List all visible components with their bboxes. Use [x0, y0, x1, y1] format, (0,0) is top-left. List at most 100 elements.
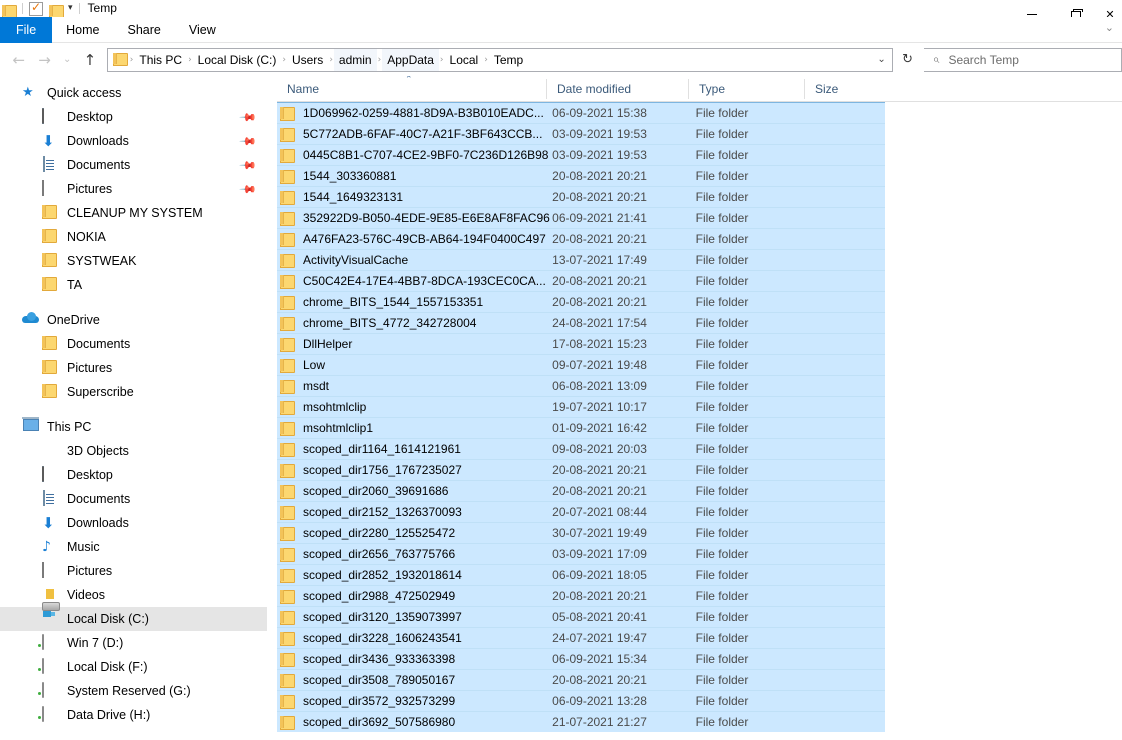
breadcrumb-this-pc[interactable]: This PC: [134, 49, 187, 71]
sidebar-item-pictures[interactable]: Pictures 📌: [0, 177, 267, 201]
sidebar-group-onedrive[interactable]: OneDrive: [0, 308, 267, 332]
address-bar[interactable]: › This PC › Local Disk (C:) › Users › ad…: [107, 48, 893, 72]
pin-icon[interactable]: 📌: [239, 180, 258, 199]
tab-file[interactable]: File: [0, 17, 52, 43]
sidebar-item-onedrive-pictures[interactable]: Pictures: [0, 356, 267, 380]
sidebar-item-cleanup-my-system[interactable]: CLEANUP MY SYSTEM: [0, 201, 267, 225]
sidebar-item-system-reserved-g[interactable]: System Reserved (G:): [0, 679, 267, 703]
tab-view[interactable]: View: [175, 17, 230, 43]
pin-icon[interactable]: 📌: [239, 156, 258, 175]
sidebar-item-local-disk-c[interactable]: Local Disk (C:): [0, 607, 267, 631]
table-row[interactable]: scoped_dir2988_47250294920-08-2021 20:21…: [277, 585, 885, 606]
table-row[interactable]: scoped_dir3692_50758698021-07-2021 21:27…: [277, 711, 885, 732]
breadcrumb-local-disk-c[interactable]: Local Disk (C:): [193, 49, 282, 71]
address-dropdown-caret-icon[interactable]: ⌄: [877, 49, 885, 71]
sidebar-item-nokia[interactable]: NOKIA: [0, 225, 267, 249]
sidebar-group-this-pc[interactable]: This PC: [0, 415, 267, 439]
table-row[interactable]: 1544_164932313120-08-2021 20:21File fold…: [277, 186, 885, 207]
tab-share[interactable]: Share: [114, 17, 175, 43]
sidebar-item-onedrive-documents[interactable]: Documents: [0, 332, 267, 356]
sidebar-item-pc-documents[interactable]: Documents: [0, 487, 267, 511]
table-row[interactable]: scoped_dir2280_12552547230-07-2021 19:49…: [277, 522, 885, 543]
cell-date-modified: 06-09-2021 21:41: [552, 211, 696, 225]
table-row[interactable]: 0445C8B1-C707-4CE2-9BF0-7C236D126B9803-0…: [277, 144, 885, 165]
up-button[interactable]: ↑: [77, 46, 103, 74]
sidebar-item-documents[interactable]: Documents 📌: [0, 153, 267, 177]
sidebar-item-data-drive-h[interactable]: Data Drive (H:): [0, 703, 267, 727]
table-row[interactable]: scoped_dir3228_160624354124-07-2021 19:4…: [277, 627, 885, 648]
table-row[interactable]: 1D069962-0259-4881-8D9A-B3B010EADC...06-…: [277, 102, 885, 123]
refresh-button[interactable]: ↻: [895, 48, 921, 72]
sidebar-item-desktop[interactable]: Desktop 📌: [0, 105, 267, 129]
sidebar-item-pc-desktop[interactable]: Desktop: [0, 463, 267, 487]
explorer-app-icon[interactable]: [2, 3, 16, 15]
new-folder-icon[interactable]: [49, 3, 63, 15]
sidebar-label: Local Disk (C:): [67, 607, 149, 631]
sidebar-item-win7-d[interactable]: Win 7 (D:): [0, 631, 267, 655]
table-row[interactable]: scoped_dir2152_132637009320-07-2021 08:4…: [277, 501, 885, 522]
cell-date-modified: 05-08-2021 20:41: [552, 610, 696, 624]
cell-name: 1D069962-0259-4881-8D9A-B3B010EADC...: [303, 106, 552, 120]
sidebar-item-superscribe[interactable]: Superscribe: [0, 380, 267, 404]
cell-date-modified: 06-09-2021 15:34: [552, 652, 696, 666]
back-button[interactable]: ←: [6, 46, 32, 74]
breadcrumb-users[interactable]: Users: [287, 49, 328, 71]
sidebar-item-local-disk-f[interactable]: Local Disk (F:): [0, 655, 267, 679]
sidebar-item-pc-downloads[interactable]: ⬇ Downloads: [0, 511, 267, 535]
recent-locations-button[interactable]: ⌄: [57, 46, 77, 74]
sidebar-item-pc-pictures[interactable]: Pictures: [0, 559, 267, 583]
customize-quick-access-caret-icon[interactable]: ▾: [68, 4, 73, 13]
column-header-type[interactable]: Type: [689, 79, 805, 99]
cell-date-modified: 20-08-2021 20:21: [552, 589, 696, 603]
properties-checkmark-icon[interactable]: [29, 2, 43, 16]
column-header-size[interactable]: Size: [805, 79, 885, 99]
table-row[interactable]: chrome_BITS_1544_155715335120-08-2021 20…: [277, 291, 885, 312]
sidebar-item-ta[interactable]: TA: [0, 273, 267, 297]
breadcrumb-temp[interactable]: Temp: [489, 49, 528, 71]
table-row[interactable]: chrome_BITS_4772_34272800424-08-2021 17:…: [277, 312, 885, 333]
table-row[interactable]: scoped_dir1164_161412196109-08-2021 20:0…: [277, 438, 885, 459]
table-row[interactable]: 5C772ADB-6FAF-40C7-A21F-3BF643CCB...03-0…: [277, 123, 885, 144]
table-row[interactable]: msdt06-08-2021 13:09File folder: [277, 375, 885, 396]
sidebar-item-systweak[interactable]: SYSTWEAK: [0, 249, 267, 273]
column-header-name[interactable]: Name ⌃: [277, 79, 547, 99]
table-row[interactable]: 1544_30336088120-08-2021 20:21File folde…: [277, 165, 885, 186]
sidebar-item-videos[interactable]: Videos: [0, 583, 267, 607]
table-row[interactable]: msohtmlclip19-07-2021 10:17File folder: [277, 396, 885, 417]
table-row[interactable]: scoped_dir1756_176723502720-08-2021 20:2…: [277, 459, 885, 480]
pin-icon[interactable]: 📌: [239, 132, 258, 151]
cell-date-modified: 09-07-2021 19:48: [552, 358, 696, 372]
breadcrumb-admin[interactable]: admin: [334, 49, 377, 71]
table-row[interactable]: scoped_dir2656_76377576603-09-2021 17:09…: [277, 543, 885, 564]
table-row[interactable]: scoped_dir3436_93336339806-09-2021 15:34…: [277, 648, 885, 669]
folder-icon: [280, 506, 295, 519]
sidebar-item-music[interactable]: ♪ Music: [0, 535, 267, 559]
table-row[interactable]: scoped_dir2852_193201861406-09-2021 18:0…: [277, 564, 885, 585]
table-row[interactable]: scoped_dir2060_3969168620-08-2021 20:21F…: [277, 480, 885, 501]
table-row[interactable]: scoped_dir3508_78905016720-08-2021 20:21…: [277, 669, 885, 690]
expand-ribbon-caret-icon[interactable]: ⌄: [1105, 21, 1114, 34]
tab-home[interactable]: Home: [52, 17, 113, 43]
column-header-date-modified[interactable]: Date modified: [547, 79, 689, 99]
table-row[interactable]: scoped_dir3120_135907399705-08-2021 20:4…: [277, 606, 885, 627]
table-row[interactable]: msohtmlclip101-09-2021 16:42File folder: [277, 417, 885, 438]
table-row[interactable]: A476FA23-576C-49CB-AB64-194F0400C49720-0…: [277, 228, 885, 249]
cell-name: scoped_dir2280_125525472: [303, 526, 552, 540]
pin-icon[interactable]: 📌: [239, 108, 258, 127]
table-row[interactable]: Low09-07-2021 19:48File folder: [277, 354, 885, 375]
sidebar-item-3d-objects[interactable]: 3D Objects: [0, 439, 267, 463]
search-input[interactable]: Search Temp: [948, 53, 1018, 67]
sidebar-label: Desktop: [67, 463, 113, 487]
forward-button[interactable]: →: [32, 46, 58, 74]
table-row[interactable]: 352922D9-B050-4EDE-9E85-E6E8AF8FAC9606-0…: [277, 207, 885, 228]
table-row[interactable]: DllHelper17-08-2021 15:23File folder: [277, 333, 885, 354]
sidebar-item-downloads[interactable]: ⬇ Downloads 📌: [0, 129, 267, 153]
folder-icon: [42, 229, 60, 245]
search-box[interactable]: ⌕ Search Temp: [924, 48, 1122, 72]
table-row[interactable]: C50C42E4-17E4-4BB7-8DCA-193CEC0CA...20-0…: [277, 270, 885, 291]
table-row[interactable]: ActivityVisualCache13-07-2021 17:49File …: [277, 249, 885, 270]
sidebar-group-quick-access[interactable]: ★ Quick access: [0, 81, 267, 105]
breadcrumb-local[interactable]: Local: [445, 49, 484, 71]
breadcrumb-appdata[interactable]: AppData: [382, 49, 439, 71]
table-row[interactable]: scoped_dir3572_93257329906-09-2021 13:28…: [277, 690, 885, 711]
